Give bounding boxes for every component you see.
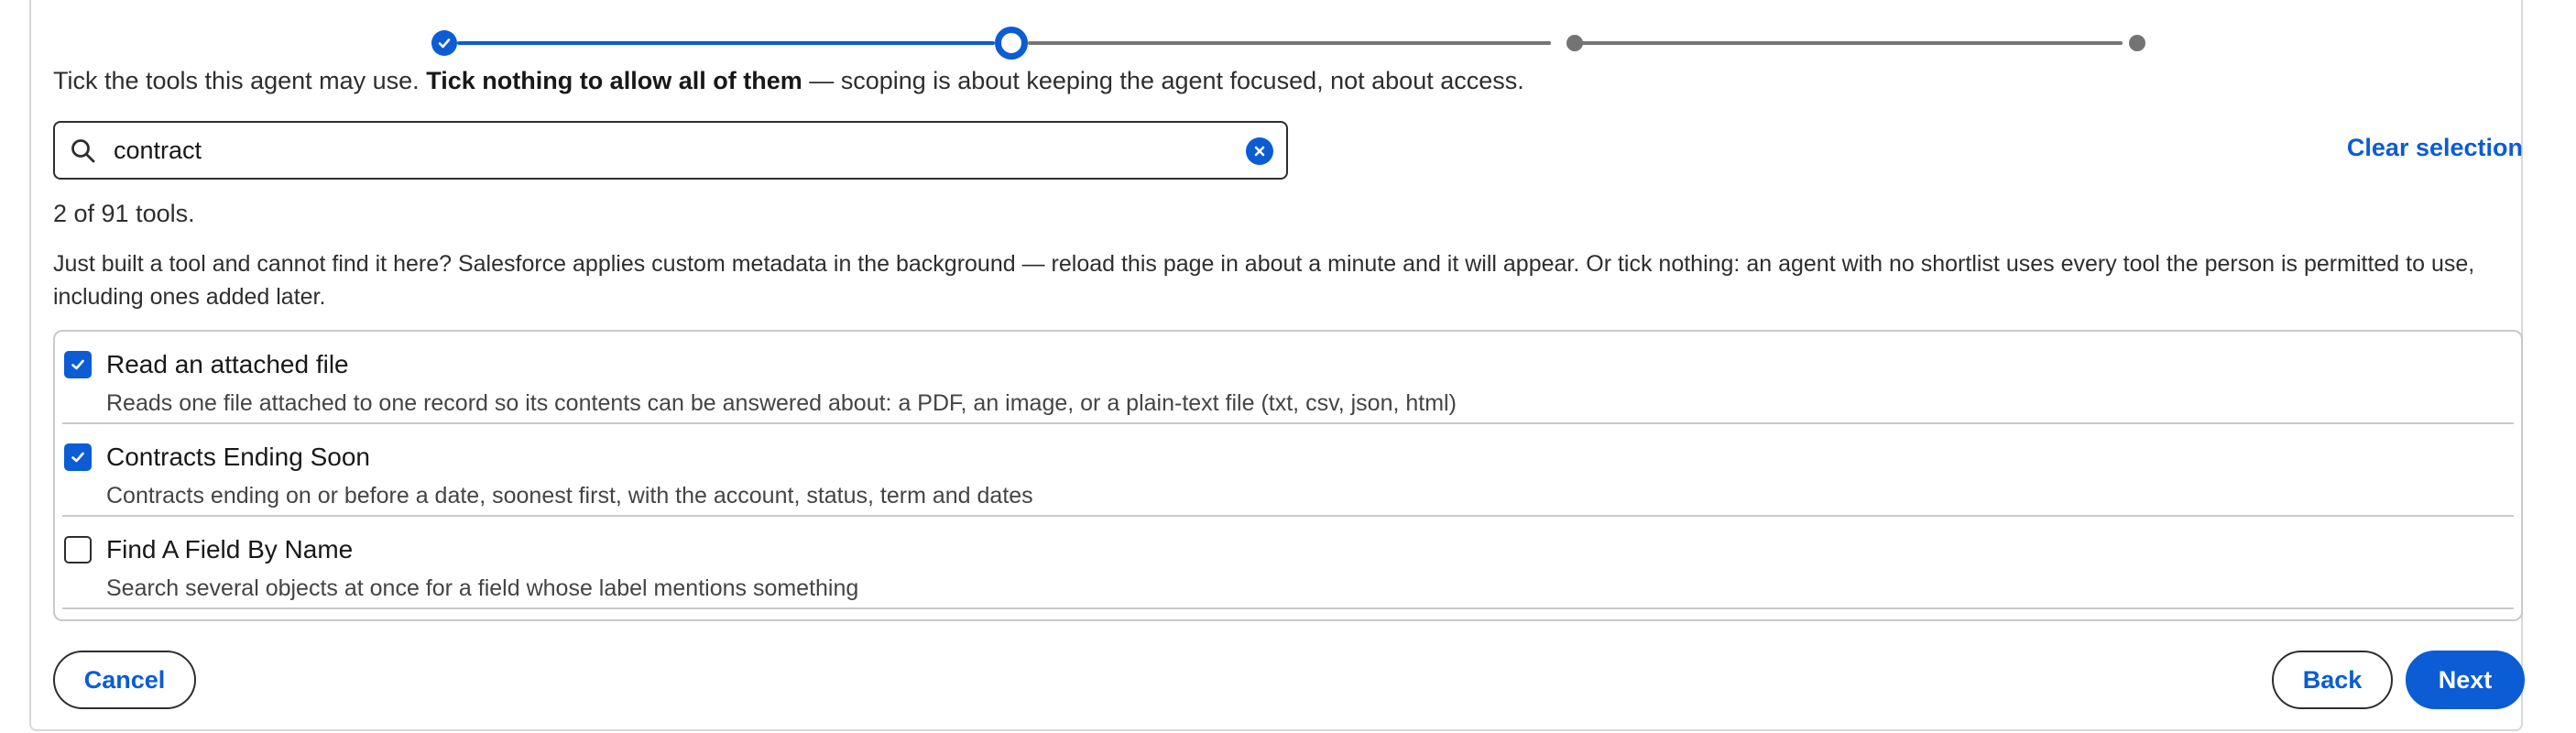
clear-circle-icon: [1254, 146, 1265, 157]
tool-description: Contracts ending on or before a date, so…: [106, 483, 1033, 509]
tool-item[interactable]: Contracts Ending Soon Contracts ending o…: [62, 424, 2514, 517]
tool-title: Find A Field By Name: [106, 535, 354, 563]
tool-description: Search several objects at once for a fie…: [106, 575, 859, 601]
tool-search-input[interactable]: [114, 130, 1195, 170]
clear-search-button[interactable]: [1246, 137, 1273, 165]
step-connector-1: [457, 41, 995, 45]
check-icon: [438, 38, 451, 49]
tool-count: 2 of 91 tools.: [53, 200, 195, 227]
intro-lead: Tick the tools this agent may use.: [53, 67, 427, 94]
next-button[interactable]: Next: [2406, 651, 2525, 709]
tool-item[interactable]: Find A Field By Name Search several obje…: [62, 517, 2514, 609]
step-2-current[interactable]: [995, 27, 1028, 60]
back-button[interactable]: Back: [2272, 651, 2393, 709]
reload-hint: Just built a tool and cannot find it her…: [53, 251, 2475, 310]
tool-title: Contracts Ending Soon: [106, 443, 370, 471]
tool-checkbox[interactable]: [64, 351, 92, 378]
tool-description: Reads one file attached to one record so…: [106, 390, 1457, 416]
search-icon: [71, 139, 95, 163]
intro-tail: — scoping is about keeping the agent foc…: [802, 67, 1524, 94]
tool-item[interactable]: Read an attached file Reads one file att…: [62, 332, 2514, 424]
step-connector-3: [1567, 41, 2123, 45]
tool-checkbox[interactable]: [64, 536, 92, 563]
step-4-pending[interactable]: [2129, 35, 2145, 51]
tool-search-box[interactable]: [53, 121, 1288, 180]
check-icon: [71, 452, 84, 463]
intro-emphasis: Tick nothing to allow all of them: [426, 67, 802, 94]
clear-selection-link[interactable]: Clear selection: [2347, 134, 2523, 162]
step-1-complete[interactable]: [431, 30, 457, 56]
tool-list: Read an attached file Reads one file att…: [53, 330, 2523, 621]
check-icon: [71, 359, 84, 370]
step-connector-2: [1028, 41, 1551, 45]
intro-text: Tick the tools this agent may use. Tick …: [53, 64, 1524, 97]
cancel-button[interactable]: Cancel: [53, 651, 196, 709]
tool-title: Read an attached file: [106, 350, 349, 378]
step-3-pending[interactable]: [1566, 35, 1583, 51]
tool-checkbox[interactable]: [64, 443, 92, 471]
